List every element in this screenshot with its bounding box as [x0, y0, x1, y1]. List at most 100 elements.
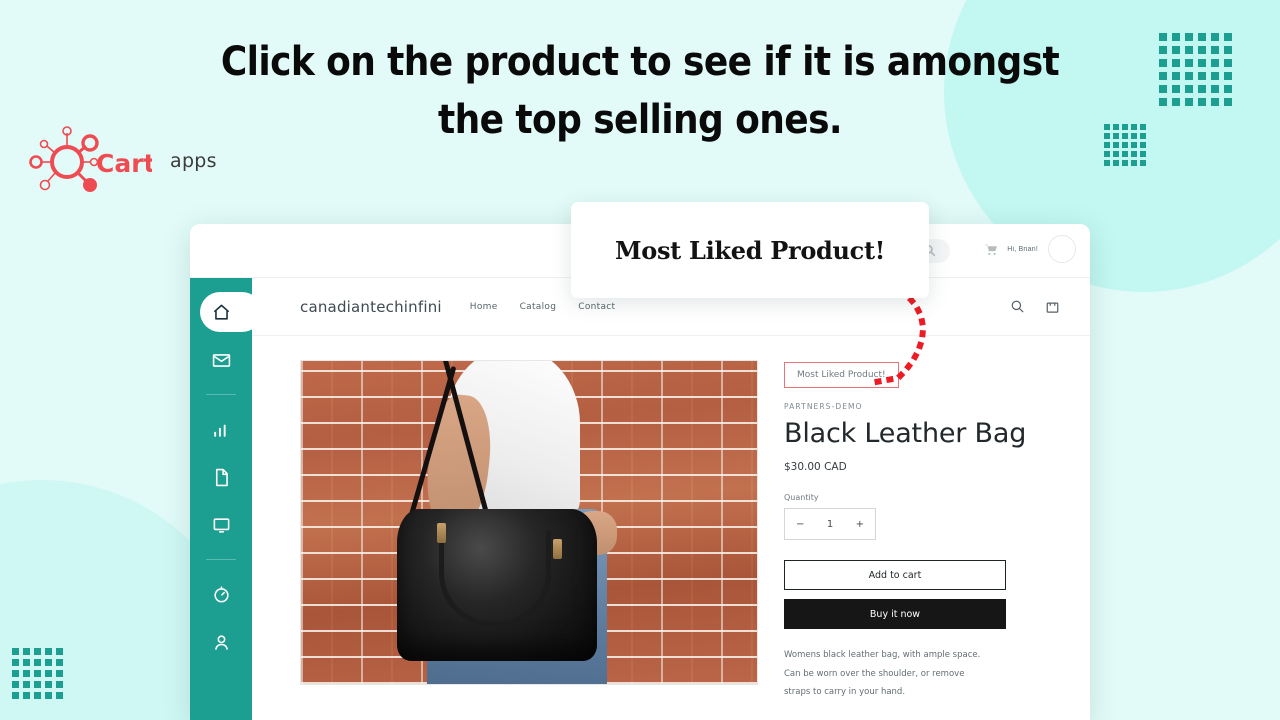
- speedometer-icon: [213, 586, 229, 602]
- dot: [1185, 59, 1193, 67]
- monitor-icon: [213, 517, 229, 533]
- callout-card: Most Liked Product!: [571, 202, 929, 298]
- bag-clasp-left: [437, 523, 446, 543]
- sidebar-divider: [206, 394, 236, 395]
- add-to-cart-button[interactable]: Add to cart: [784, 560, 1006, 590]
- shopping-bag-icon[interactable]: [1045, 299, 1060, 314]
- slide-canvas: Click on the product to see if it is amo…: [0, 0, 1280, 720]
- dot: [1139, 132, 1146, 139]
- nav-item-contact[interactable]: Contact: [578, 302, 615, 312]
- admin-account-area: Hi, Brian!: [984, 235, 1076, 263]
- dot: [34, 681, 41, 688]
- store-nav: Home Catalog Contact: [470, 302, 616, 312]
- dot: [1185, 72, 1193, 80]
- dot: [1224, 72, 1232, 80]
- dot: [1159, 33, 1167, 41]
- callout-text: Most Liked Product!: [614, 235, 886, 265]
- dot: [1185, 46, 1193, 54]
- dot: [1172, 46, 1180, 54]
- dot: [1224, 98, 1232, 106]
- dot: [1185, 33, 1193, 41]
- sidebar-item-performance[interactable]: [190, 570, 252, 618]
- dot: [1139, 141, 1146, 148]
- dot: [1159, 72, 1167, 80]
- dot: [1130, 159, 1137, 166]
- dot: [1224, 46, 1232, 54]
- bar-chart-icon: [213, 424, 226, 437]
- store-header-icons: [1010, 299, 1060, 314]
- dot: [1112, 132, 1119, 139]
- dot: [1159, 59, 1167, 67]
- dot: [1103, 123, 1110, 130]
- store-name[interactable]: canadiantechinfini: [300, 298, 442, 316]
- dot: [1159, 46, 1167, 54]
- dot: [1112, 141, 1119, 148]
- dot: [1130, 123, 1137, 130]
- dot: [1211, 33, 1219, 41]
- dot: [1121, 132, 1128, 139]
- dot: [23, 692, 30, 699]
- quantity-decrement-button[interactable]: −: [796, 519, 804, 530]
- dot: [1130, 150, 1137, 157]
- dot: [23, 670, 30, 677]
- dot: [45, 692, 52, 699]
- product-description: Womens black leather bag, with ample spa…: [784, 646, 1006, 702]
- dot: [1130, 132, 1137, 139]
- dot: [1198, 85, 1206, 93]
- most-liked-badge[interactable]: Most Liked Product!: [784, 362, 899, 388]
- brand-name-text: Carti: [96, 149, 152, 178]
- cart-icon[interactable]: [984, 243, 998, 256]
- nav-item-catalog[interactable]: Catalog: [520, 302, 557, 312]
- dot: [1172, 85, 1180, 93]
- sidebar-item-documents[interactable]: [190, 453, 252, 501]
- product-image[interactable]: [300, 360, 758, 685]
- page-headline: Click on the product to see if it is amo…: [220, 39, 1060, 143]
- quantity-stepper[interactable]: − 1 +: [784, 508, 876, 540]
- sidebar-item-display[interactable]: [190, 501, 252, 549]
- document-icon: [215, 468, 228, 486]
- dot: [12, 681, 19, 688]
- buy-it-now-button[interactable]: Buy it now: [784, 599, 1006, 629]
- app-window: Hi, Brian! canadiantechinfini Home Catal…: [190, 224, 1090, 720]
- avatar-icon[interactable]: [1048, 235, 1076, 263]
- brand-suffix: apps: [170, 150, 217, 172]
- dot: [1139, 150, 1146, 157]
- dot: [45, 681, 52, 688]
- dot: [12, 670, 19, 677]
- dot: [12, 648, 19, 655]
- dot: [1198, 98, 1206, 106]
- search-icon[interactable]: [1010, 299, 1025, 314]
- sidebar-item-account[interactable]: [190, 618, 252, 666]
- brand-logo: Carti apps: [24, 124, 217, 198]
- sidebar-item-home[interactable]: [190, 288, 262, 336]
- dot: [1224, 85, 1232, 93]
- sidebar-item-mail[interactable]: [190, 336, 252, 384]
- dot: [56, 692, 63, 699]
- sidebar-item-analytics[interactable]: [190, 405, 252, 453]
- nav-item-home[interactable]: Home: [470, 302, 498, 312]
- product-detail: Most Liked Product! PARTNERS-DEMO Black …: [252, 336, 1090, 702]
- home-icon: [213, 304, 229, 320]
- dot: [1172, 59, 1180, 67]
- quantity-label: Quantity: [784, 493, 819, 502]
- dot: [1103, 159, 1110, 166]
- dot: [1172, 33, 1180, 41]
- quantity-value[interactable]: 1: [827, 519, 833, 530]
- dot: [1172, 72, 1180, 80]
- dot: [1198, 72, 1206, 80]
- dot: [1185, 85, 1193, 93]
- dot-grid-icon-bottom-left: [10, 646, 65, 701]
- dot: [23, 681, 30, 688]
- dot: [1198, 46, 1206, 54]
- dot: [34, 670, 41, 677]
- dot: [1139, 123, 1146, 130]
- dot: [1211, 59, 1219, 67]
- dot: [1159, 85, 1167, 93]
- dot: [1121, 123, 1128, 130]
- dot: [56, 659, 63, 666]
- dot-grid-icon-top-right-small: [1102, 122, 1147, 167]
- dot: [56, 670, 63, 677]
- description-line: Can be worn over the shoulder, or remove: [784, 668, 965, 679]
- sidebar-divider: [206, 559, 236, 560]
- quantity-increment-button[interactable]: +: [856, 519, 864, 530]
